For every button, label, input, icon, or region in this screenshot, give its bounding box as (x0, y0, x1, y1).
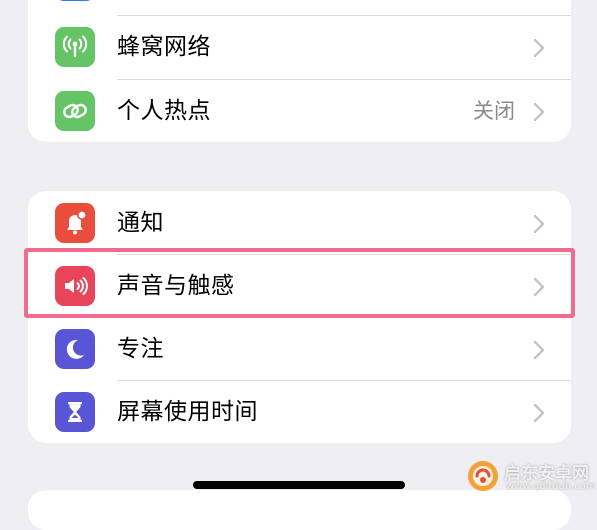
bell-badge-icon (55, 203, 95, 243)
settings-row-focus[interactable]: 专注 (28, 318, 571, 381)
settings-row-hotspot[interactable]: 个人热点 关闭 (28, 80, 571, 142)
chevron-right-icon (533, 214, 545, 234)
notifications-label: 通知 (117, 210, 164, 236)
watermark: 启东安卓网 www.qdltdub.com (462, 457, 597, 500)
screen-time-label: 屏幕使用时间 (117, 399, 258, 425)
home-indicator[interactable] (193, 481, 405, 489)
watermark-logo-icon (468, 461, 498, 491)
moon-icon (55, 329, 95, 369)
focus-label: 专注 (117, 336, 164, 362)
highlight-box (24, 248, 575, 318)
settings-row-partial[interactable] (28, 0, 571, 13)
link-icon (55, 91, 95, 131)
hotspot-label: 个人热点 (117, 98, 211, 124)
settings-group-connectivity: 蜂窝网络 个人热点 关闭 (28, 0, 571, 142)
settings-row-notifications[interactable]: 通知 (28, 192, 571, 255)
settings-row-screen-time[interactable]: 屏幕使用时间 (28, 381, 571, 443)
watermark-url: www.qdltdub.com (506, 481, 596, 492)
cellular-label: 蜂窝网络 (117, 34, 211, 60)
chevron-right-icon (533, 102, 545, 122)
hotspot-status: 关闭 (473, 99, 515, 123)
chevron-right-icon (533, 403, 545, 423)
chevron-right-icon (533, 340, 545, 360)
settings-row-cellular[interactable]: 蜂窝网络 (28, 16, 571, 79)
app-icon (55, 0, 95, 1)
antenna-icon (55, 27, 95, 67)
chevron-right-icon (533, 38, 545, 58)
hourglass-icon (55, 392, 95, 432)
